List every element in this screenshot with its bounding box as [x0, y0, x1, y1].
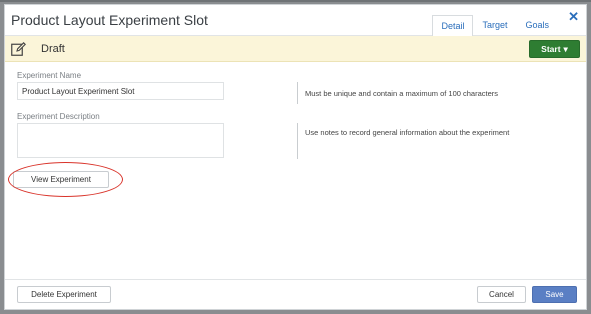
chevron-down-icon: ▾: [563, 43, 568, 54]
close-icon[interactable]: ✕: [568, 9, 579, 25]
start-button-label: Start: [541, 44, 561, 54]
footer-divider: [5, 279, 586, 280]
status-label: Draft: [41, 43, 65, 55]
experiment-name-label: Experiment Name: [17, 71, 82, 80]
highlight-annotation: [8, 162, 123, 197]
save-button[interactable]: Save: [532, 286, 577, 303]
edit-icon: [11, 42, 26, 56]
experiment-description-help: Use notes to record general information …: [305, 128, 510, 137]
experiment-description-field[interactable]: [17, 123, 224, 158]
tab-target[interactable]: Target: [473, 15, 516, 36]
backdrop-edge: [0, 0, 591, 2]
experiment-description-label: Experiment Description: [17, 112, 100, 121]
experiment-name-help: Must be unique and contain a maximum of …: [305, 89, 499, 98]
delete-experiment-button[interactable]: Delete Experiment: [17, 286, 111, 303]
experiment-name-field[interactable]: Product Layout Experiment Slot: [17, 82, 224, 100]
experiment-modal: Product Layout Experiment Slot Detail Ta…: [4, 4, 587, 310]
cancel-button[interactable]: Cancel: [477, 286, 526, 303]
start-button[interactable]: Start ▾: [529, 40, 580, 58]
help-divider: [297, 123, 298, 159]
tab-detail[interactable]: Detail: [432, 15, 474, 37]
modal-header: Product Layout Experiment Slot Detail Ta…: [5, 5, 586, 37]
tab-goals[interactable]: Goals: [516, 15, 558, 36]
status-bar: Draft Start ▾: [5, 36, 586, 62]
help-divider: [297, 82, 298, 104]
modal-title: Product Layout Experiment Slot: [11, 12, 208, 28]
modal-tabs: Detail Target Goals: [432, 15, 558, 37]
